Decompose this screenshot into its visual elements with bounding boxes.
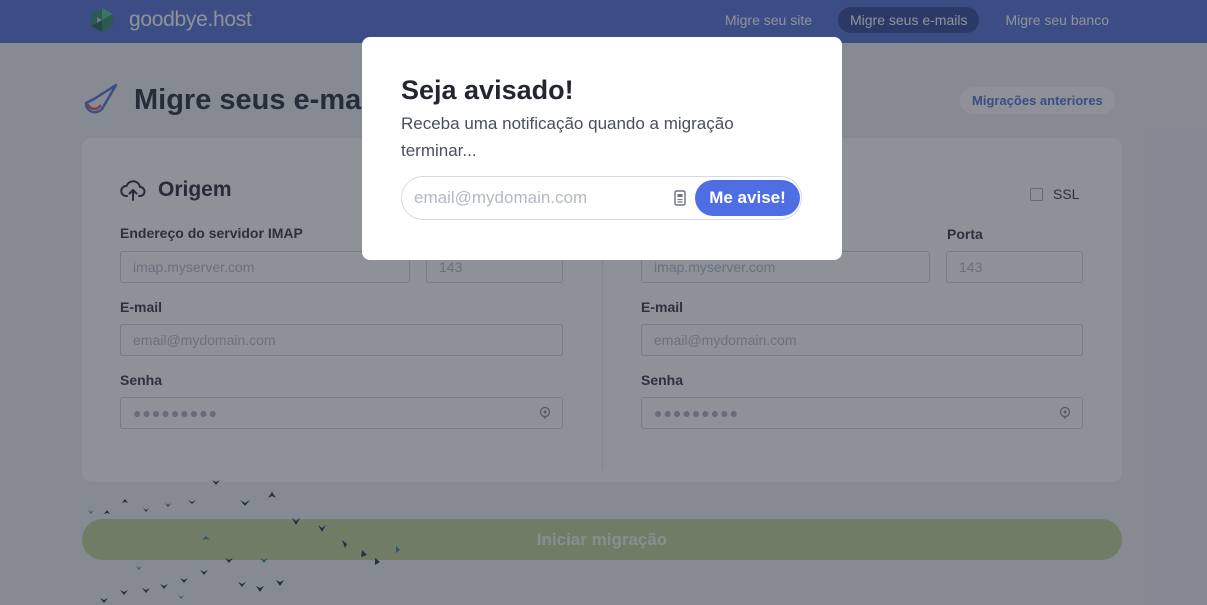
notify-modal: Seja avisado! Receba uma notificação qua… (362, 37, 842, 260)
notify-form: Me avise! (401, 176, 802, 220)
notify-email-input[interactable] (414, 183, 664, 213)
contact-card-icon[interactable] (674, 190, 686, 206)
modal-title: Seja avisado! (401, 75, 574, 105)
notify-me-button[interactable]: Me avise! (695, 180, 800, 216)
modal-description: Receba uma notificação quando a migração… (401, 114, 734, 160)
